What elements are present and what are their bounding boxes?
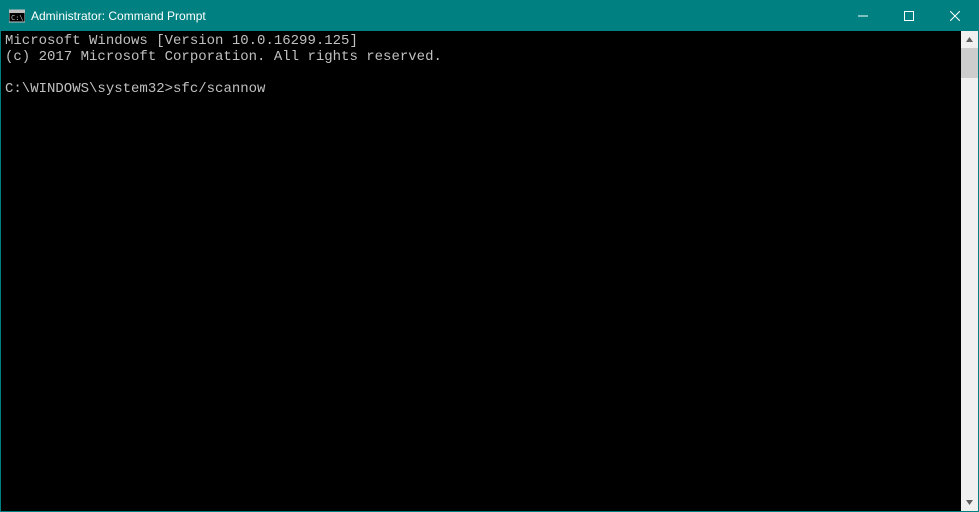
terminal-line: (c) 2017 Microsoft Corporation. All righ… xyxy=(5,49,442,65)
titlebar[interactable]: C:\ Administrator: Command Prompt xyxy=(1,1,978,31)
window-controls xyxy=(840,1,978,31)
window-title: Administrator: Command Prompt xyxy=(31,9,206,23)
client-area: Microsoft Windows [Version 10.0.16299.12… xyxy=(1,31,978,511)
svg-text:C:\: C:\ xyxy=(11,14,24,22)
vertical-scrollbar[interactable] xyxy=(961,31,978,511)
scroll-track[interactable] xyxy=(961,48,978,494)
scroll-thumb[interactable] xyxy=(961,48,978,78)
maximize-button[interactable] xyxy=(886,1,932,31)
terminal-output[interactable]: Microsoft Windows [Version 10.0.16299.12… xyxy=(1,31,961,511)
terminal-line: Microsoft Windows [Version 10.0.16299.12… xyxy=(5,33,358,49)
cmd-icon: C:\ xyxy=(9,8,25,24)
scroll-up-button[interactable] xyxy=(961,31,978,48)
minimize-button[interactable] xyxy=(840,1,886,31)
scroll-down-button[interactable] xyxy=(961,494,978,511)
close-button[interactable] xyxy=(932,1,978,31)
terminal-prompt: C:\WINDOWS\system32> xyxy=(5,81,173,97)
command-prompt-window: C:\ Administrator: Command Prompt Micros… xyxy=(0,0,979,512)
terminal-command: sfc/scannow xyxy=(173,81,265,97)
